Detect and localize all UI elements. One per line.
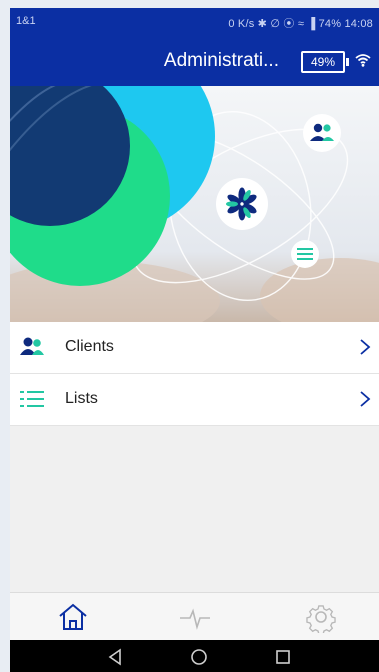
- menu-item-label: Lists: [65, 390, 98, 407]
- clients-icon: [20, 337, 44, 355]
- activity-icon[interactable]: [178, 601, 212, 633]
- chevron-right-icon: [360, 339, 371, 355]
- menu-item-lists[interactable]: Lists: [10, 374, 379, 426]
- recents-icon[interactable]: [274, 648, 292, 666]
- list-icon: [20, 391, 44, 407]
- tab-bar: [10, 592, 379, 641]
- hero-lists-icon: [291, 240, 319, 268]
- wifi-icon: [355, 54, 371, 67]
- hero-illustration: [10, 86, 379, 322]
- app-title: Administrati...: [163, 50, 279, 71]
- phone-screen: 1&1 0 K/s ✱ ∅ ⦿ ≈ ▐ 74% 14:08 Administra…: [10, 8, 379, 672]
- home-circle-icon[interactable]: [190, 648, 208, 666]
- carrier-label: 1&1: [16, 15, 36, 27]
- menu-item-clients[interactable]: Clients: [10, 322, 379, 374]
- back-icon[interactable]: [106, 648, 124, 666]
- menu-list: Clients Lists: [10, 322, 379, 426]
- logo-snowflake-icon: [216, 178, 268, 230]
- home-icon[interactable]: [56, 601, 90, 633]
- chevron-right-icon: [360, 391, 371, 407]
- app-bar: Administrati... 49%: [10, 34, 379, 86]
- menu-item-label: Clients: [65, 338, 114, 355]
- settings-icon[interactable]: [304, 601, 338, 633]
- hero-banner: [10, 86, 379, 322]
- hero-clients-icon: [303, 114, 341, 152]
- battery-badge: 49%: [301, 51, 349, 73]
- android-nav-bar: [10, 640, 379, 672]
- status-bar: 1&1 0 K/s ✱ ∅ ⦿ ≈ ▐ 74% 14:08: [10, 8, 379, 34]
- status-indicators: 0 K/s ✱ ∅ ⦿ ≈ ▐ 74% 14:08: [228, 18, 373, 30]
